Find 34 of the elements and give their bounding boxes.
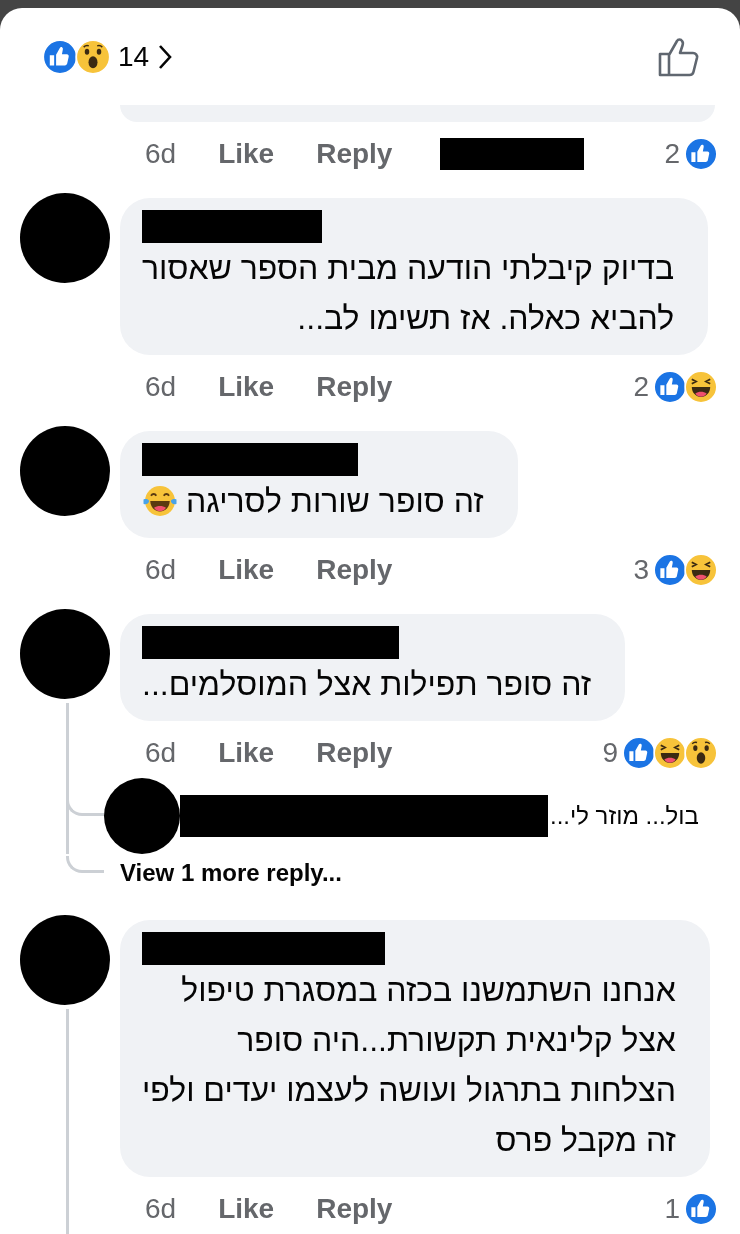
reply-link[interactable]: Reply: [316, 138, 393, 170]
thread-line: [66, 856, 104, 873]
reaction-count: 2: [633, 371, 649, 403]
reply-link[interactable]: Reply: [316, 554, 393, 586]
reaction-count: 1: [664, 1193, 680, 1225]
comment-text: בדיוק קיבלתי הודעה מבית הספר שאסור: [142, 249, 675, 288]
comment-text: אצל קלינאית תקשורת...היה סופר: [237, 1021, 676, 1060]
reply-link[interactable]: Reply: [316, 371, 393, 403]
reaction-count: 9: [602, 737, 618, 769]
timestamp: 6d: [145, 371, 177, 403]
like-link[interactable]: Like: [218, 737, 275, 769]
like-button[interactable]: [658, 36, 700, 77]
like-link[interactable]: Like: [218, 554, 275, 586]
thumbs-up-icon: [658, 36, 700, 77]
comment-text: זה מקבל פרס: [495, 1121, 676, 1160]
comment-text: אנחנו השתמשנו בכזה במסגרת טיפול: [181, 971, 676, 1010]
timestamp: 6d: [145, 138, 177, 170]
like-link[interactable]: Like: [218, 138, 275, 170]
reply-link[interactable]: Reply: [316, 1193, 393, 1225]
timestamp: 6d: [145, 1193, 177, 1225]
like-link[interactable]: Like: [218, 371, 275, 403]
reply-link[interactable]: Reply: [316, 737, 393, 769]
like-link[interactable]: Like: [218, 1193, 275, 1225]
view-more-replies-link[interactable]: View 1 more reply...: [120, 859, 342, 887]
comment-text: להביא כאלה. אז תשימו לב...: [297, 299, 675, 338]
timestamp: 6d: [145, 737, 177, 769]
timestamp: 6d: [145, 554, 177, 586]
reaction-count: 3: [633, 554, 649, 586]
comment-text: הצלחות בתרגול ועושה לעצמו יעדים ולפי: [142, 1071, 676, 1110]
reaction-count: 14: [118, 40, 150, 73]
comment-text: זה סופר תפילות אצל המוסלמים...: [142, 665, 592, 704]
reaction-count: 2: [664, 138, 680, 170]
reply-text: בול... מוזר לי...: [550, 801, 699, 830]
comment-text: זה סופר שורות לסריגה: [186, 482, 484, 521]
